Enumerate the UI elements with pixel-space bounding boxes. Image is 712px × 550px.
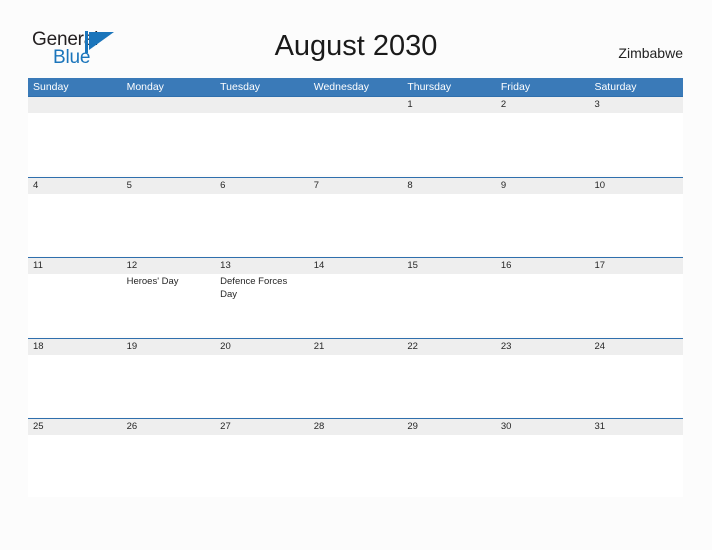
weekday-tuesday: Tuesday bbox=[220, 81, 261, 93]
day-cell[interactable] bbox=[402, 435, 496, 497]
day-number[interactable]: 8 bbox=[402, 178, 496, 194]
day-number[interactable]: 2 bbox=[496, 97, 590, 113]
day-cell[interactable] bbox=[589, 355, 683, 417]
day-cell[interactable] bbox=[589, 113, 683, 175]
weekday-thursday: Thursday bbox=[407, 81, 452, 93]
day-cell[interactable] bbox=[309, 194, 403, 256]
weekday-saturday: Saturday bbox=[594, 81, 637, 93]
week-body bbox=[28, 113, 683, 175]
day-number[interactable]: 14 bbox=[309, 258, 403, 274]
day-cell[interactable] bbox=[309, 355, 403, 417]
day-number[interactable]: 31 bbox=[589, 419, 683, 435]
day-number[interactable]: 3 bbox=[589, 97, 683, 113]
day-number[interactable] bbox=[215, 97, 309, 113]
day-number[interactable]: 17 bbox=[589, 258, 683, 274]
page-header: General Blue August 2030 Zimbabwe bbox=[0, 0, 712, 78]
day-number[interactable]: 6 bbox=[215, 178, 309, 194]
day-number[interactable]: 7 bbox=[309, 178, 403, 194]
day-cell[interactable] bbox=[122, 435, 216, 497]
day-number[interactable]: 25 bbox=[28, 419, 122, 435]
week-date-bar: 25 26 27 28 29 30 31 bbox=[28, 418, 683, 435]
day-cell[interactable] bbox=[402, 194, 496, 256]
day-cell[interactable] bbox=[215, 113, 309, 175]
calendar-week-row: 18 19 20 21 22 23 24 bbox=[28, 337, 683, 419]
day-number[interactable]: 13 bbox=[215, 258, 309, 274]
day-number[interactable]: 22 bbox=[402, 339, 496, 355]
day-number[interactable]: 27 bbox=[215, 419, 309, 435]
day-cell[interactable] bbox=[122, 355, 216, 417]
day-cell-event-defence-forces-day[interactable]: Defence Forces Day bbox=[215, 274, 309, 336]
day-number[interactable]: 19 bbox=[122, 339, 216, 355]
day-cell[interactable] bbox=[589, 435, 683, 497]
day-number[interactable]: 24 bbox=[589, 339, 683, 355]
day-number[interactable]: 29 bbox=[402, 419, 496, 435]
day-cell[interactable] bbox=[309, 113, 403, 175]
day-number[interactable]: 15 bbox=[402, 258, 496, 274]
day-cell[interactable] bbox=[309, 274, 403, 336]
day-number[interactable]: 10 bbox=[589, 178, 683, 194]
page-title: August 2030 bbox=[274, 30, 438, 62]
day-number[interactable] bbox=[309, 97, 403, 113]
day-number[interactable]: 1 bbox=[402, 97, 496, 113]
country-label: Zimbabwe bbox=[618, 45, 683, 61]
day-number[interactable]: 28 bbox=[309, 419, 403, 435]
day-cell[interactable] bbox=[496, 194, 590, 256]
weekday-friday: Friday bbox=[500, 81, 531, 93]
day-number[interactable]: 21 bbox=[309, 339, 403, 355]
day-cell[interactable] bbox=[122, 194, 216, 256]
day-number[interactable]: 16 bbox=[496, 258, 590, 274]
day-cell[interactable] bbox=[122, 113, 216, 175]
day-cell[interactable] bbox=[215, 355, 309, 417]
day-number[interactable] bbox=[28, 97, 122, 113]
day-cell[interactable] bbox=[28, 274, 122, 336]
week-body bbox=[28, 354, 683, 417]
week-date-bar: 11 12 13 14 15 16 17 bbox=[28, 257, 683, 274]
day-cell[interactable] bbox=[496, 355, 590, 417]
day-number[interactable] bbox=[122, 97, 216, 113]
day-cell[interactable] bbox=[215, 194, 309, 256]
calendar-week-row: 11 12 13 14 15 16 17 Heroes' Day Defence… bbox=[28, 257, 683, 338]
weekday-monday: Monday bbox=[126, 81, 164, 93]
day-number[interactable]: 23 bbox=[496, 339, 590, 355]
day-number[interactable]: 26 bbox=[122, 419, 216, 435]
day-number[interactable]: 30 bbox=[496, 419, 590, 435]
day-cell[interactable] bbox=[309, 435, 403, 497]
day-cell[interactable] bbox=[28, 113, 122, 175]
day-cell[interactable] bbox=[28, 435, 122, 497]
day-number[interactable]: 9 bbox=[496, 178, 590, 194]
day-number[interactable]: 5 bbox=[122, 178, 216, 194]
day-cell[interactable] bbox=[402, 113, 496, 175]
week-body bbox=[28, 193, 683, 256]
day-cell[interactable] bbox=[496, 113, 590, 175]
day-cell[interactable] bbox=[496, 435, 590, 497]
day-cell[interactable] bbox=[589, 194, 683, 256]
week-date-bar: 1 2 3 bbox=[28, 96, 683, 113]
calendar-grid: Sunday Monday Tuesday Wednesday Thursday… bbox=[28, 78, 683, 499]
week-body bbox=[28, 435, 683, 497]
weekday-header-row: Sunday Monday Tuesday Wednesday Thursday… bbox=[28, 78, 683, 96]
day-number[interactable]: 18 bbox=[28, 339, 122, 355]
day-cell[interactable] bbox=[402, 274, 496, 336]
day-cell[interactable] bbox=[215, 435, 309, 497]
week-date-bar: 18 19 20 21 22 23 24 bbox=[28, 337, 683, 355]
day-cell[interactable] bbox=[496, 274, 590, 336]
calendar-page: General Blue August 2030 Zimbabwe Sunday… bbox=[0, 0, 712, 550]
weekday-wednesday: Wednesday bbox=[313, 81, 369, 93]
day-cell[interactable] bbox=[402, 355, 496, 417]
day-cell[interactable] bbox=[28, 355, 122, 417]
day-number[interactable]: 12 bbox=[122, 258, 216, 274]
day-cell[interactable] bbox=[589, 274, 683, 336]
day-number[interactable]: 20 bbox=[215, 339, 309, 355]
week-body: Heroes' Day Defence Forces Day bbox=[28, 274, 683, 336]
day-cell[interactable] bbox=[28, 194, 122, 256]
day-number[interactable]: 11 bbox=[28, 258, 122, 274]
weekday-sunday: Sunday bbox=[33, 81, 69, 93]
calendar-week-row: 4 5 6 7 8 9 10 bbox=[28, 176, 683, 258]
calendar-week-row: 25 26 27 28 29 30 31 bbox=[28, 418, 683, 499]
day-number[interactable]: 4 bbox=[28, 178, 122, 194]
day-cell-event-heroes-day[interactable]: Heroes' Day bbox=[122, 274, 216, 336]
week-date-bar: 4 5 6 7 8 9 10 bbox=[28, 176, 683, 194]
calendar-week-row: 1 2 3 bbox=[28, 96, 683, 177]
